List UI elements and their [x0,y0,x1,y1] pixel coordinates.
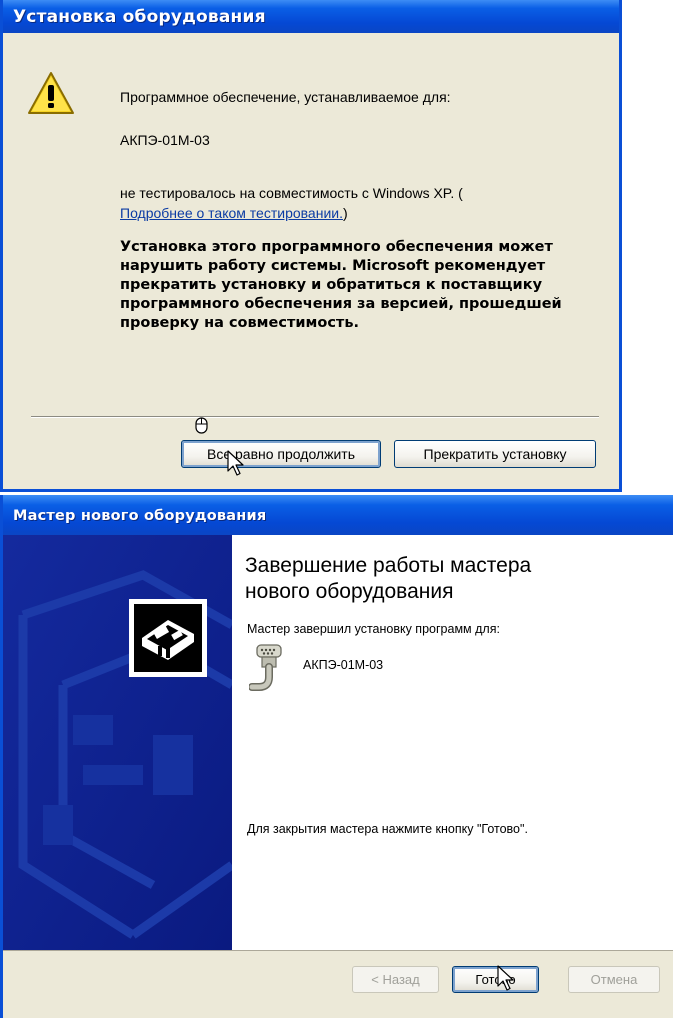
warning-line: Установка этого программного обеспечения… [120,239,553,255]
warning-line: прекратить установку и обратиться к пост… [120,277,543,293]
device-name: АКПЭ-01М-03 [120,132,210,148]
warning-line: программного обеспечения за версией, про… [120,296,562,312]
title-bar[interactable]: Установка оборудования [3,0,619,33]
title-bar[interactable]: Мастер нового оборудования [3,495,673,535]
cancel-button[interactable]: Отмена [568,966,660,993]
not-tested-text: не тестировалось на совместимость с Wind… [120,185,463,201]
hardware-installation-dialog: Установка оборудования Программное обесп… [0,0,622,492]
window-title: Мастер нового оборудования [13,508,267,524]
close-instruction: Для закрытия мастера нажмите кнопку "Гот… [247,822,528,836]
window-title: Установка оборудования [13,7,266,27]
warning-line: нарушить работу системы. Microsoft реком… [120,258,546,274]
heading-line: нового оборудования [245,580,454,603]
software-for-label: Программное обеспечение, устанавливаемое… [120,89,451,105]
device-name: АКПЭ-01М-03 [303,658,384,672]
continue-anyway-button[interactable]: Все равно продолжить [181,440,381,468]
stop-installation-button[interactable]: Прекратить установку [394,440,596,468]
warning-line: проверку на совместимость. [120,315,360,331]
completed-text: Мастер завершил установку программ для: [247,622,500,636]
hardware-wizard-icon [129,599,207,677]
wizard-button-bar: < Назад Готово Отмена [3,950,673,1018]
divider [31,416,599,418]
warning-icon [28,72,74,114]
heading-line: Завершение работы мастера [245,554,532,577]
mouse-icon [195,417,208,434]
more-info-line: Подробнее о таком тестировании.) [120,205,348,221]
wizard-side-panel [3,535,232,950]
serial-port-icon [249,644,282,691]
finish-button[interactable]: Готово [452,966,539,993]
warning-text: Установка этого программного обеспечения… [120,238,562,333]
back-button[interactable]: < Назад [352,966,439,993]
testing-info-link[interactable]: Подробнее о таком тестировании. [120,205,343,221]
new-hardware-wizard: Мастер нового оборудования Завершение ра… [0,495,673,1018]
wizard-heading: Завершение работы мастера нового оборудо… [245,553,531,605]
link-close-paren: ) [342,205,348,221]
